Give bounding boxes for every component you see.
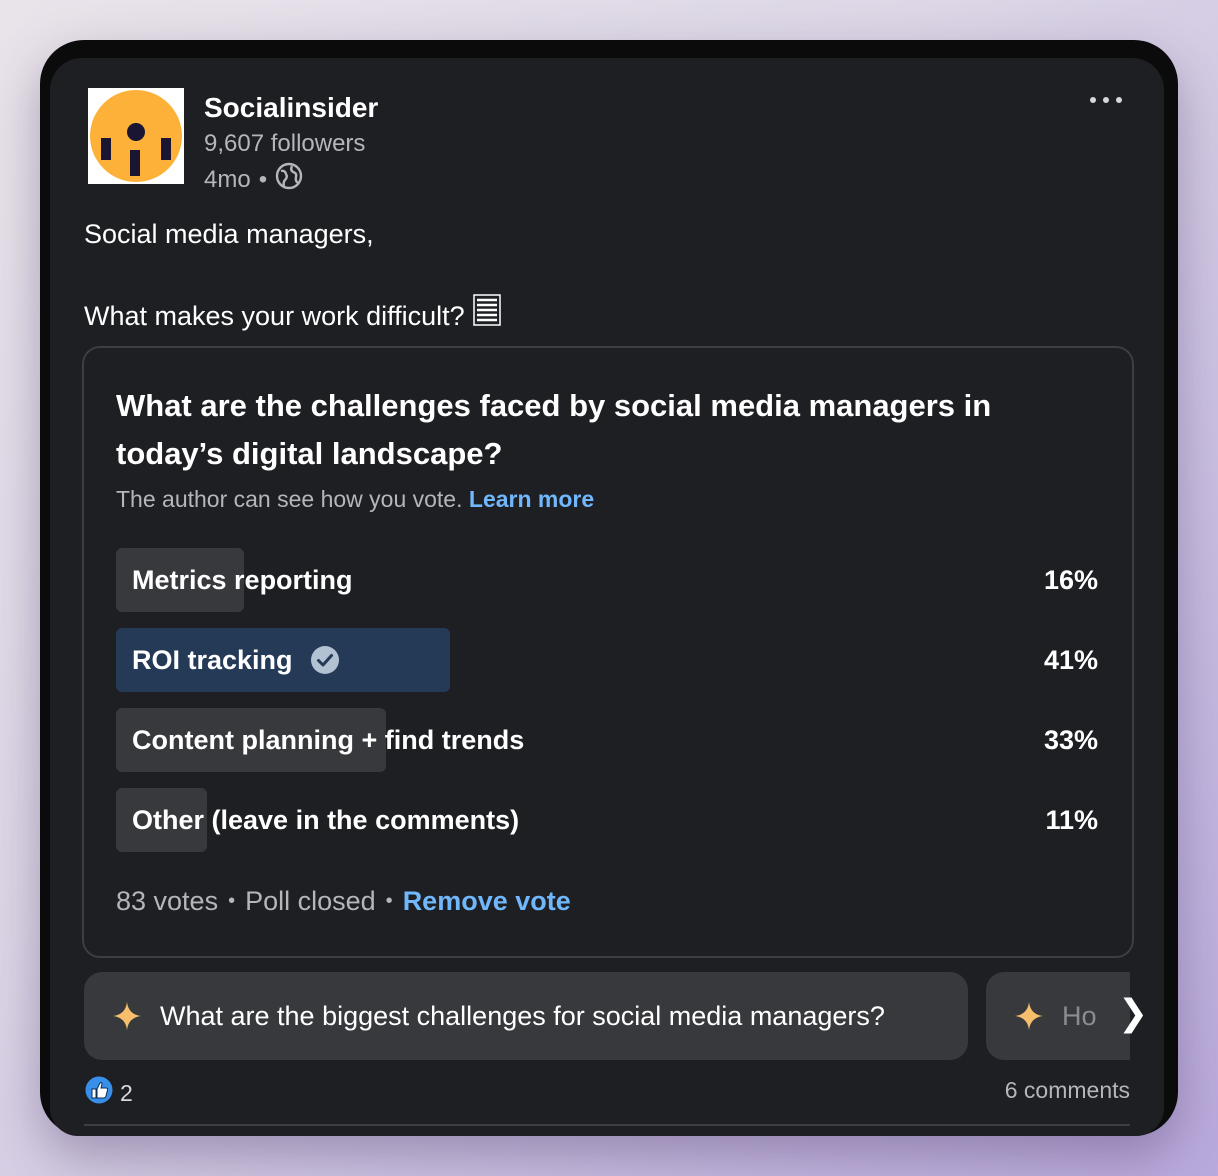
globe-icon — [275, 162, 303, 197]
ai-suggestion-carousel: What are the biggest challenges for soci… — [84, 972, 1130, 1060]
post-line-2: What makes your work difficult? — [84, 294, 1124, 337]
poll-option-label: Metrics reporting — [132, 564, 353, 595]
more-options-icon[interactable] — [1090, 88, 1122, 112]
poll-option-label: ROI tracking — [132, 644, 293, 675]
reactions-summary[interactable]: 2 — [84, 1075, 133, 1111]
post-meta: 4mo • — [204, 162, 303, 197]
poll-option-percent: 16% — [1043, 564, 1098, 595]
follower-count: 9,607 followers — [204, 130, 366, 157]
post-age: 4mo — [204, 165, 251, 193]
meta-separator: • — [258, 165, 268, 193]
poll-option-label-wrap: ROI tracking — [132, 628, 339, 692]
remove-vote-link[interactable]: Remove vote — [403, 886, 571, 917]
comments-count-link[interactable]: 6 comments — [1005, 1077, 1130, 1104]
footer-separator: • — [385, 890, 393, 912]
suggestion-text: Ho — [1062, 1000, 1097, 1031]
post-question: What makes your work difficult? — [84, 300, 465, 331]
memo-icon — [472, 294, 501, 337]
chevron-right-icon[interactable]: ❯ — [1118, 992, 1148, 1034]
reaction-count: 2 — [120, 1079, 133, 1106]
poll-container: What are the challenges faced by social … — [82, 346, 1134, 958]
poll-option-content-planning[interactable]: Content planning + find trends 33% — [116, 708, 1098, 772]
company-logo[interactable] — [88, 88, 184, 184]
footer-separator: • — [228, 890, 236, 912]
sparkle-icon — [1014, 1001, 1044, 1031]
like-reaction-icon — [84, 1075, 114, 1111]
learn-more-link[interactable]: Learn more — [469, 486, 594, 512]
post-line-1: Social media managers, — [84, 219, 374, 249]
poll-footer: 83 votes • Poll closed • Remove vote — [116, 886, 571, 917]
poll-option-percent: 41% — [1043, 644, 1098, 675]
post-body: Social media managers, What makes your w… — [84, 214, 1124, 337]
suggestion-chip[interactable]: What are the biggest challenges for soci… — [84, 972, 968, 1060]
post-card: Socialinsider 9,607 followers 4mo • Soci… — [50, 58, 1164, 1136]
poll-option-other[interactable]: Other (leave in the comments) 11% — [116, 788, 1098, 852]
poll-status: Poll closed — [245, 886, 376, 916]
device-frame: Socialinsider 9,607 followers 4mo • Soci… — [40, 40, 1178, 1136]
poll-option-percent: 11% — [1045, 804, 1098, 835]
poll-option-label: Other (leave in the comments) — [132, 804, 520, 835]
poll-question: What are the challenges faced by social … — [116, 388, 992, 471]
suggestion-chip[interactable]: Ho — [986, 972, 1130, 1060]
divider — [84, 1124, 1130, 1126]
poll-privacy-note: The author can see how you vote. Learn m… — [116, 486, 594, 513]
poll-option-label: Content planning + find trends — [132, 724, 525, 755]
poll-option-percent: 33% — [1043, 724, 1098, 755]
vote-count: 83 votes — [116, 886, 219, 916]
poll-option-metrics-reporting[interactable]: Metrics reporting 16% — [116, 548, 1098, 612]
sparkle-icon — [112, 1001, 142, 1031]
check-circle-icon — [310, 646, 339, 674]
suggestion-text: What are the biggest challenges for soci… — [160, 1000, 885, 1031]
poll-option-roi-tracking[interactable]: ROI tracking 41% — [116, 628, 1098, 692]
company-name[interactable]: Socialinsider — [204, 92, 378, 124]
poll-note-text: The author can see how you vote. — [116, 486, 463, 512]
